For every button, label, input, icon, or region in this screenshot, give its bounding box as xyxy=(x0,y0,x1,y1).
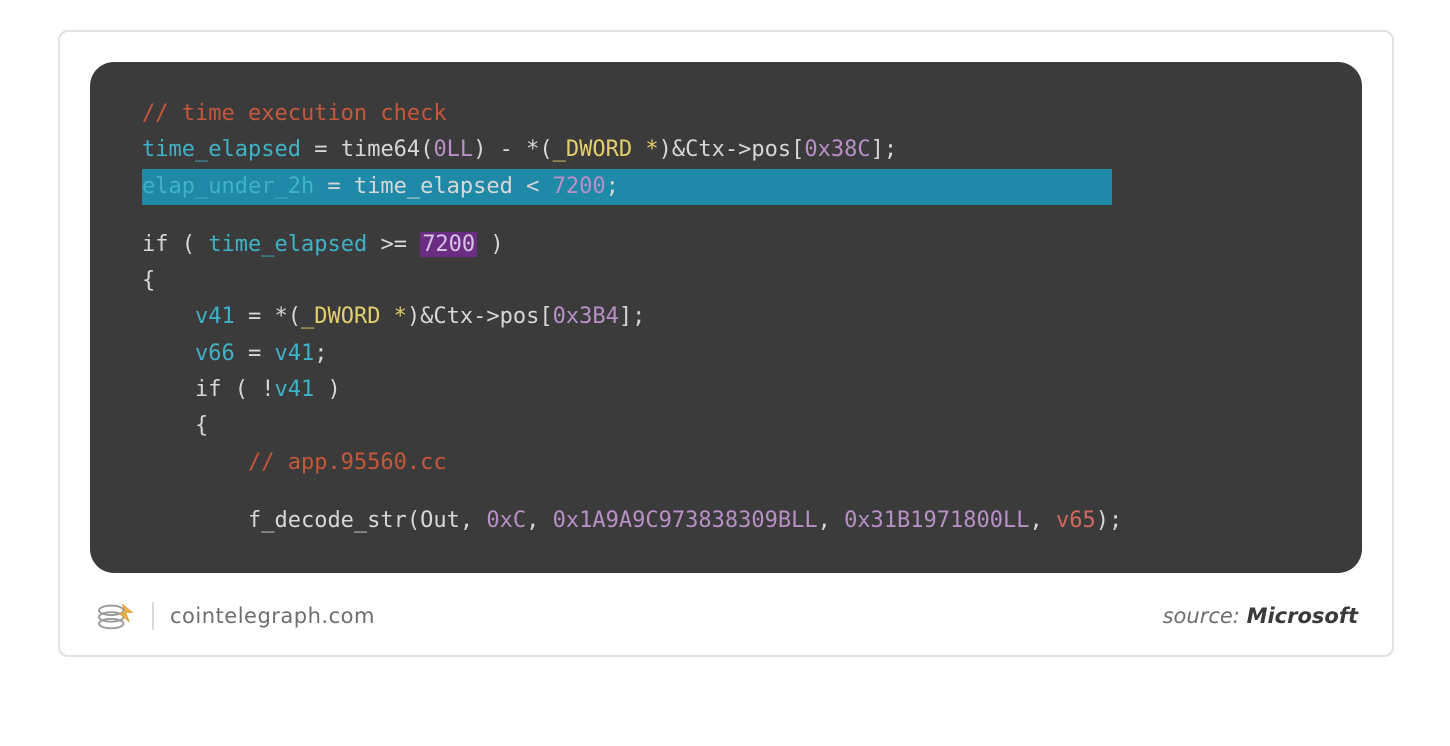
page: // time execution check time_elapsed = t… xyxy=(0,0,1450,746)
footer-left: cointelegraph.com xyxy=(94,599,375,633)
blank-line xyxy=(142,205,1328,227)
comment: // time execution check xyxy=(142,101,447,126)
code-block: // time execution check time_elapsed = t… xyxy=(90,62,1362,573)
code-line-6: v41 = *(_DWORD *)&Ctx->pos[0x3B4]; xyxy=(142,299,1328,335)
code-line-9: { xyxy=(142,408,1328,444)
footer: cointelegraph.com source: Microsoft xyxy=(90,599,1362,633)
code-line-4: if ( time_elapsed >= 7200 ) xyxy=(142,227,1328,263)
footer-domain: cointelegraph.com xyxy=(170,604,375,628)
code-line-8: if ( !v41 ) xyxy=(142,372,1328,408)
code-line-10: // app.95560.cc xyxy=(142,445,1328,481)
code-line-7: v66 = v41; xyxy=(142,336,1328,372)
footer-divider xyxy=(152,602,154,630)
highlighted-number: 7200 xyxy=(420,232,477,257)
code-line-2: time_elapsed = time64(0LL) - *(_DWORD *)… xyxy=(142,132,1328,168)
code-line-3-highlight: elap_under_2h = time_elapsed < 7200; xyxy=(142,169,1328,205)
code-line-11: f_decode_str(Out, 0xC, 0x1A9A9C973838309… xyxy=(142,503,1328,539)
cointelegraph-logo-icon xyxy=(94,599,136,633)
blank-line xyxy=(142,481,1328,503)
brace: { xyxy=(142,263,1328,299)
source-name: Microsoft xyxy=(1247,604,1358,628)
code-line-1: // time execution check xyxy=(142,96,1328,132)
footer-source: source: Microsoft xyxy=(1163,604,1358,628)
source-label: source: xyxy=(1163,604,1247,628)
content-card: // time execution check time_elapsed = t… xyxy=(58,30,1394,657)
